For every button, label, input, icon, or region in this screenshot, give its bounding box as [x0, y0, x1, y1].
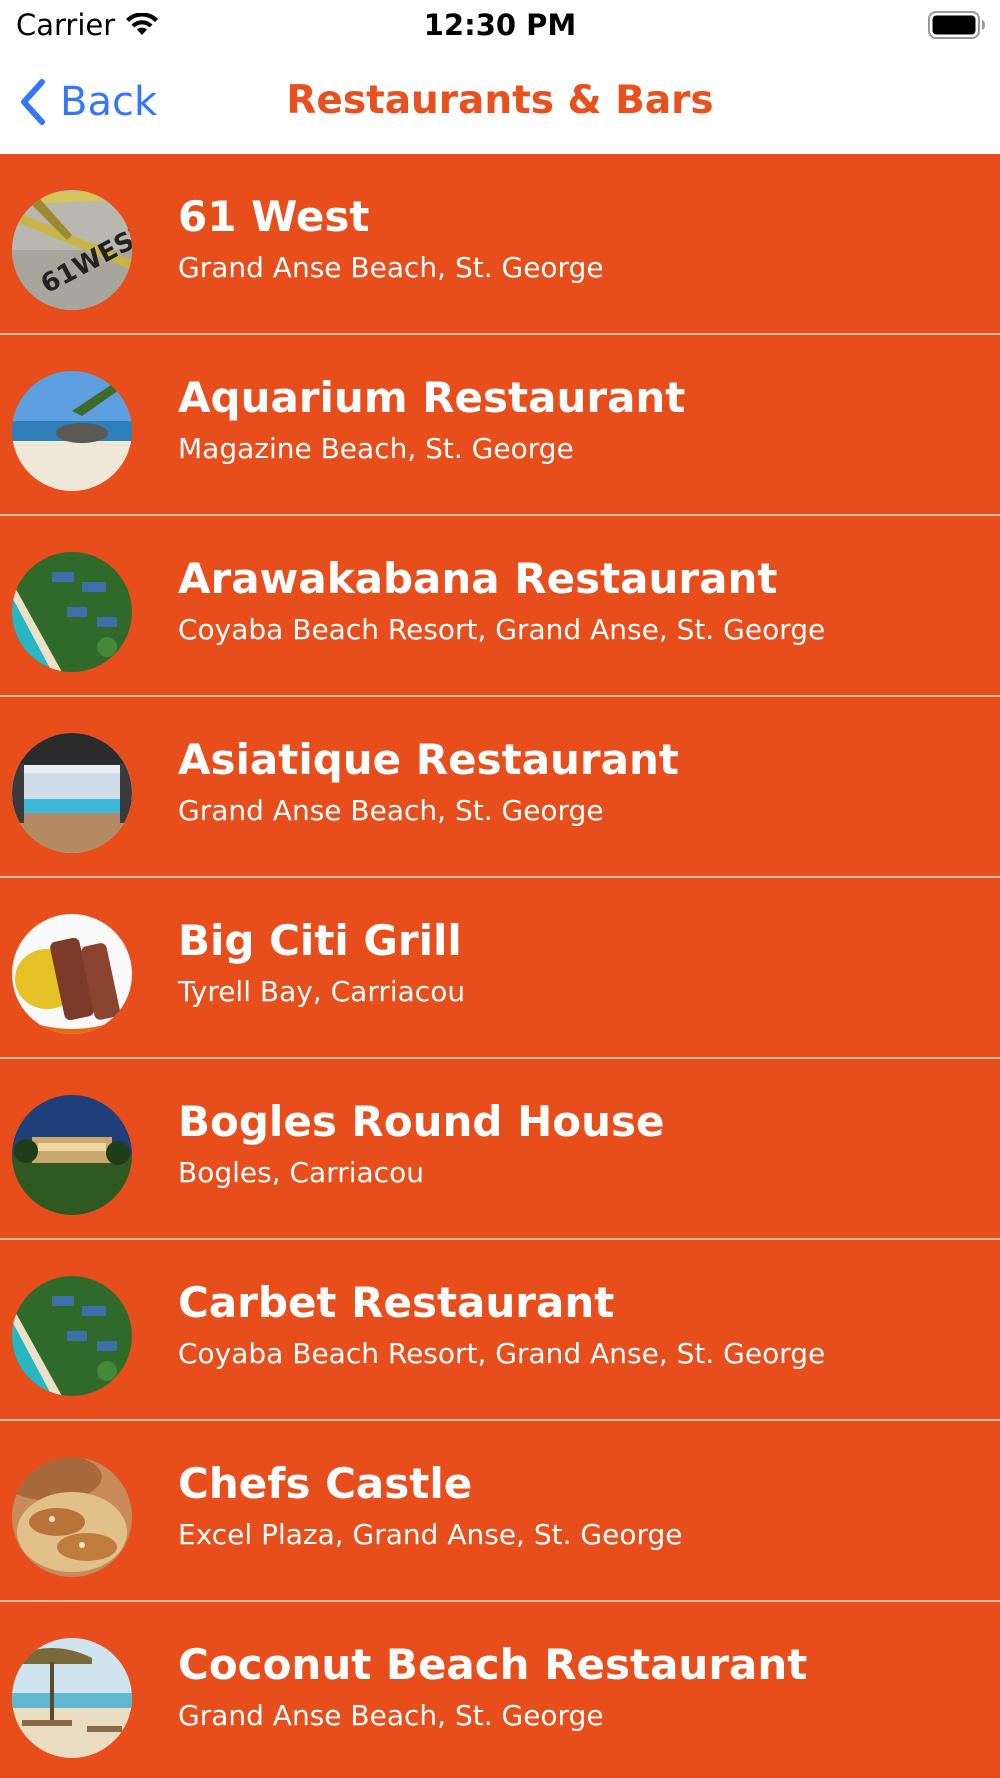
battery-icon [928, 11, 986, 39]
restaurant-location: Coyaba Beach Resort, Grand Anse, St. Geo… [178, 613, 826, 646]
restaurant-name: Asiatique Restaurant [178, 735, 679, 784]
status-time: 12:30 PM [423, 8, 577, 42]
list-item[interactable]: 61WEST 61 West Grand Anse Beach, St. Geo… [0, 154, 1000, 335]
restaurant-name: Chefs Castle [178, 1459, 473, 1508]
list-item[interactable]: Arawakabana Restaurant Coyaba Beach Reso… [0, 516, 1000, 697]
restaurant-list[interactable]: 61WEST 61 West Grand Anse Beach, St. Geo… [0, 154, 1000, 1778]
restaurant-name: Big Citi Grill [178, 916, 462, 965]
navigation-bar: Back Restaurants & Bars [0, 50, 1000, 154]
page-title: Restaurants & Bars [286, 78, 714, 123]
restaurant-location: Tyrell Bay, Carriacou [178, 975, 466, 1008]
restaurant-location: Bogles, Carriacou [178, 1156, 424, 1189]
restaurant-name: Aquarium Restaurant [178, 373, 686, 422]
list-item[interactable]: Chefs Castle Excel Plaza, Grand Anse, St… [0, 1421, 1000, 1602]
restaurant-location: Grand Anse Beach, St. George [178, 251, 604, 284]
restaurant-location: Excel Plaza, Grand Anse, St. George [178, 1518, 683, 1551]
restaurant-thumbnail [12, 914, 132, 1034]
restaurant-thumbnail [12, 1638, 132, 1758]
list-item[interactable]: Carbet Restaurant Coyaba Beach Resort, G… [0, 1240, 1000, 1421]
list-item[interactable]: Coconut Beach Restaurant Grand Anse Beac… [0, 1602, 1000, 1778]
restaurant-name: Carbet Restaurant [178, 1278, 615, 1327]
list-item[interactable]: Big Citi Grill Tyrell Bay, Carriacou [0, 878, 1000, 1059]
restaurant-thumbnail: 61WEST [12, 190, 132, 310]
restaurant-thumbnail [12, 1457, 132, 1577]
restaurant-location: Grand Anse Beach, St. George [178, 794, 604, 827]
status-bar: Carrier 12:30 PM [0, 0, 1000, 50]
restaurant-location: Coyaba Beach Resort, Grand Anse, St. Geo… [178, 1337, 826, 1370]
restaurant-thumbnail [12, 733, 132, 853]
restaurant-thumbnail [12, 552, 132, 672]
restaurant-location: Grand Anse Beach, St. George [178, 1699, 604, 1732]
restaurant-thumbnail [12, 1095, 132, 1215]
restaurant-name: 61 West [178, 192, 370, 241]
restaurant-location: Magazine Beach, St. George [178, 432, 574, 465]
restaurant-name: Coconut Beach Restaurant [178, 1640, 808, 1689]
restaurant-name: Bogles Round House [178, 1097, 665, 1146]
list-item[interactable]: Bogles Round House Bogles, Carriacou [0, 1059, 1000, 1240]
screen: Carrier 12:30 PM Back Restaurants & Bars… [0, 0, 1000, 1778]
list-item[interactable]: Asiatique Restaurant Grand Anse Beach, S… [0, 697, 1000, 878]
restaurant-thumbnail [12, 371, 132, 491]
restaurant-name: Arawakabana Restaurant [178, 554, 778, 603]
list-item[interactable]: Aquarium Restaurant Magazine Beach, St. … [0, 335, 1000, 516]
restaurant-thumbnail [12, 1276, 132, 1396]
